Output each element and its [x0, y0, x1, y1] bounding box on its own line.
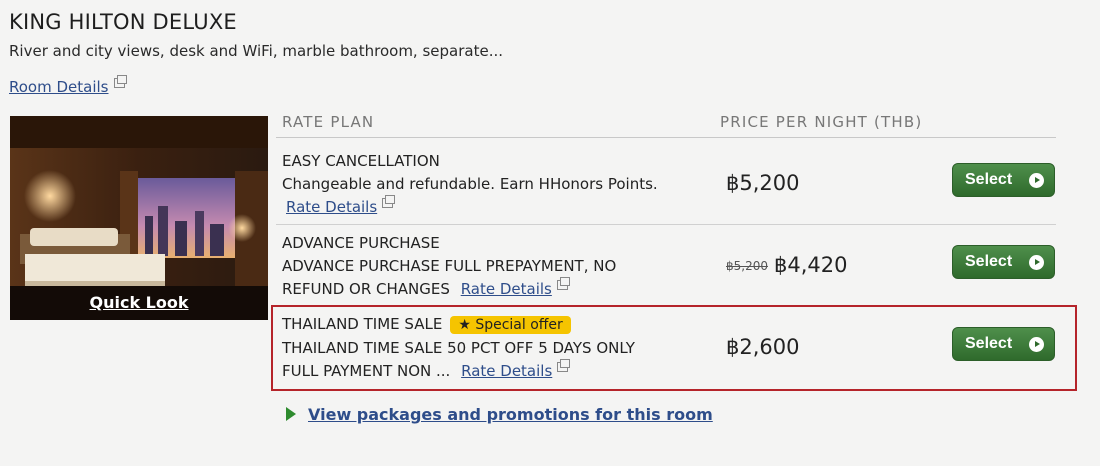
rate-description: Changeable and refundable. Earn HHonors … — [282, 173, 658, 219]
rate-description-text: THAILAND TIME SALE 50 PCT OFF 5 DAYS ONL… — [282, 339, 635, 357]
arrow-right-icon — [1029, 173, 1044, 188]
select-label: Select — [965, 253, 1013, 270]
select-button[interactable]: Select — [952, 163, 1055, 197]
rate-description: THAILAND TIME SALE 50 PCT OFF 5 DAYS ONL… — [282, 337, 635, 383]
rate-price-group: ฿5,200 ฿4,420 — [726, 253, 847, 277]
room-title: KING HILTON DELUXE — [9, 10, 237, 34]
select-label: Select — [965, 335, 1013, 352]
rate-details-link[interactable]: Rate Details — [461, 362, 552, 380]
packages-promotions-link[interactable]: View packages and promotions for this ro… — [286, 405, 713, 424]
price-per-night-header: PRICE PER NIGHT (THB) — [720, 113, 923, 131]
rate-row-advance-purchase: ADVANCE PURCHASE ADVANCE PURCHASE FULL P… — [276, 224, 1056, 306]
rate-description-text: Changeable and refundable. Earn HHonors … — [282, 175, 658, 193]
rate-price: ฿4,420 — [774, 253, 848, 277]
rate-row-easy-cancellation: EASY CANCELLATION Changeable and refunda… — [276, 138, 1056, 225]
rate-original-price: ฿5,200 — [726, 259, 768, 273]
rate-price: ฿2,600 — [726, 335, 800, 359]
arrow-right-icon — [1029, 255, 1044, 270]
arrow-right-icon — [1029, 337, 1044, 352]
select-button[interactable]: Select — [952, 245, 1055, 279]
room-details-label[interactable]: Room Details — [9, 78, 109, 96]
rate-details-link[interactable]: Rate Details — [286, 198, 377, 216]
select-label: Select — [965, 171, 1013, 188]
room-description: River and city views, desk and WiFi, mar… — [9, 42, 503, 60]
room-details-link[interactable]: Room Details — [9, 75, 127, 96]
quick-look-link[interactable]: Quick Look — [10, 286, 268, 320]
rate-name: ADVANCE PURCHASE — [282, 234, 440, 252]
rate-row-thailand-time-sale: THAILAND TIME SALE ★ Special offer THAILA… — [276, 306, 1056, 390]
external-window-icon — [382, 195, 396, 208]
rate-price: ฿5,200 — [726, 171, 800, 195]
room-photo[interactable]: Quick Look — [10, 116, 268, 320]
rate-name: THAILAND TIME SALE — [282, 315, 443, 333]
rate-name-group: THAILAND TIME SALE ★ Special offer — [282, 315, 571, 334]
external-window-icon — [556, 277, 570, 290]
special-offer-badge: ★ Special offer — [450, 316, 571, 334]
rate-description-text: ADVANCE PURCHASE FULL PREPAYMENT, NO — [282, 257, 617, 275]
rate-description: ADVANCE PURCHASE FULL PREPAYMENT, NO REF… — [282, 255, 616, 301]
external-window-icon — [557, 359, 571, 372]
external-window-icon — [113, 75, 127, 88]
triangle-right-icon — [286, 407, 296, 421]
select-button[interactable]: Select — [952, 327, 1055, 361]
rate-plan-header: RATE PLAN — [282, 113, 375, 131]
rate-name: EASY CANCELLATION — [282, 152, 440, 170]
rate-description-text-2: REFUND OR CHANGES — [282, 280, 450, 298]
rate-description-text-2: FULL PAYMENT NON ... — [282, 362, 451, 380]
packages-link-label[interactable]: View packages and promotions for this ro… — [308, 405, 713, 424]
rate-details-link[interactable]: Rate Details — [461, 280, 552, 298]
